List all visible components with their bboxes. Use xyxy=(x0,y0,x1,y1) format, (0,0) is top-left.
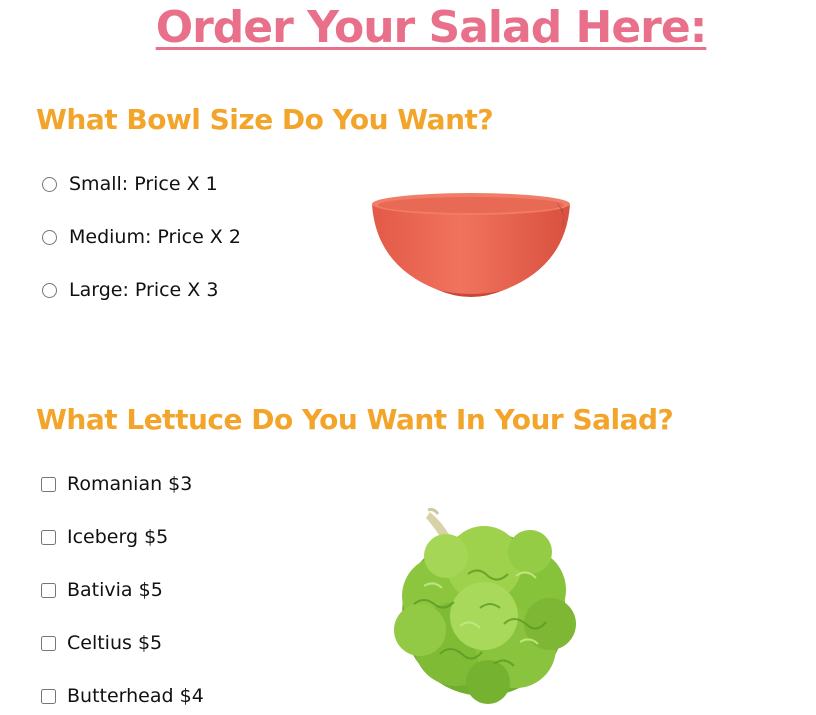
bowl-option-label: Large: Price X 3 xyxy=(69,279,219,301)
bowl-option-large[interactable]: Large: Price X 3 xyxy=(42,279,218,301)
bowl-size-heading: What Bowl Size Do You Want? xyxy=(36,103,494,136)
bowl-medium-radio[interactable] xyxy=(42,229,57,245)
bowl-option-label: Medium: Price X 2 xyxy=(69,226,241,248)
bowl-option-medium[interactable]: Medium: Price X 2 xyxy=(42,226,241,248)
bowl-option-small[interactable]: Small: Price X 1 xyxy=(42,173,218,195)
page-title: Order Your Salad Here: xyxy=(155,2,708,53)
lettuce-option-label: Bativia $5 xyxy=(67,579,163,601)
lettuce-option-bativia[interactable]: Bativia $5 xyxy=(41,579,163,601)
bowl-small-radio[interactable] xyxy=(42,176,57,192)
lettuce-option-butterhead[interactable]: Butterhead $4 xyxy=(41,685,204,707)
lettuce-option-label: Celtius $5 xyxy=(67,632,163,654)
lettuce-romanian-checkbox[interactable] xyxy=(41,476,56,492)
lettuce-option-celtius[interactable]: Celtius $5 xyxy=(41,632,162,654)
bowl-option-label: Small: Price X 1 xyxy=(69,173,218,195)
salad-order-page: Order Your Salad Here: What Bowl Size Do… xyxy=(0,0,816,715)
lettuce-iceberg-checkbox[interactable] xyxy=(41,529,56,545)
lettuce-option-iceberg[interactable]: Iceberg $5 xyxy=(41,526,168,548)
red-bowl-image xyxy=(372,193,570,297)
lettuce-option-label: Butterhead $4 xyxy=(67,685,204,707)
lettuce-celtius-checkbox[interactable] xyxy=(41,635,56,651)
lettuce-butterhead-checkbox[interactable] xyxy=(41,688,56,704)
lettuce-option-label: Romanian $3 xyxy=(67,473,193,495)
lettuce-option-romanian[interactable]: Romanian $3 xyxy=(41,473,192,495)
bowl-large-radio[interactable] xyxy=(42,282,57,298)
lettuce-option-label: Iceberg $5 xyxy=(67,526,169,548)
lettuce-heading: What Lettuce Do You Want In Your Salad? xyxy=(36,403,674,436)
lettuce-image xyxy=(394,508,576,704)
lettuce-bativia-checkbox[interactable] xyxy=(41,582,56,598)
